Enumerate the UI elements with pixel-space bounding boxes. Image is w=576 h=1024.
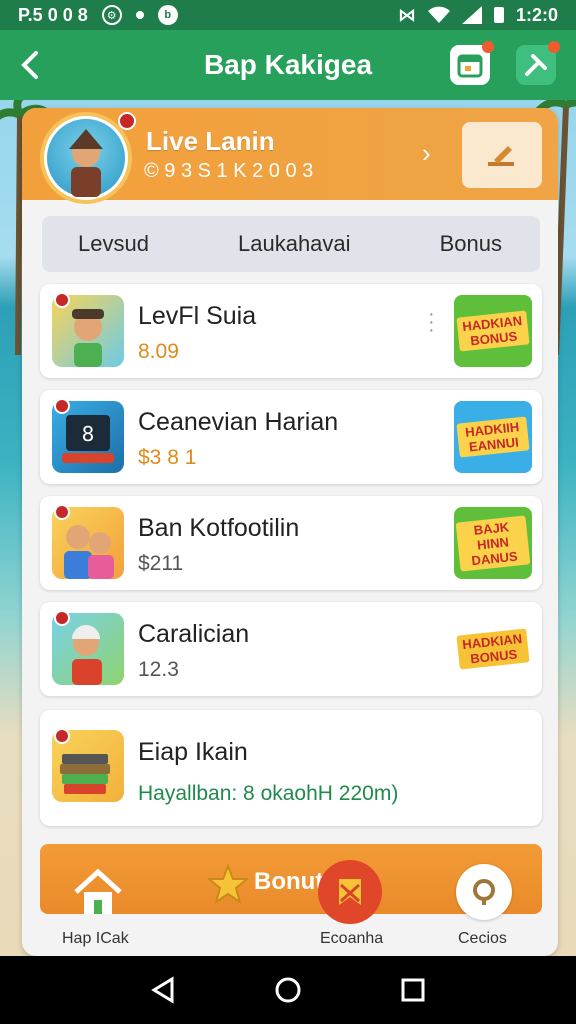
home-icon — [74, 868, 122, 914]
battery-icon — [493, 7, 504, 23]
item-badge — [54, 398, 70, 414]
bonus-tile[interactable]: BAJK HINN DANUS — [454, 507, 532, 579]
system-home-button[interactable] — [270, 972, 306, 1008]
avatar[interactable] — [40, 112, 132, 204]
profile-id: © 9 3 S 1 K 2 0 0 3 — [144, 160, 314, 182]
settings-icon: ⚙ — [101, 5, 122, 25]
tab-levsud[interactable]: Levsud — [78, 231, 149, 257]
bookmark-icon — [339, 879, 361, 905]
tab-bar: Levsud Laukahavai Bonus — [42, 216, 540, 272]
notification-badge — [548, 41, 560, 53]
center-label: Ecoanha — [320, 930, 384, 947]
app-icon: b — [157, 5, 178, 25]
home-button[interactable] — [70, 864, 126, 920]
profile-header[interactable]: Live Lanin © 9 3 S 1 K 2 0 0 3 › — [22, 108, 558, 204]
tools-icon — [525, 54, 547, 76]
app-bar: Bap Kakigea — [0, 30, 576, 100]
list-item[interactable]: Ban Kotfootilin $211 BAJK HINN DANUS — [40, 496, 542, 590]
bonus-tile-label: HADKIAN BONUS — [456, 310, 530, 352]
item-badge — [54, 504, 70, 520]
item-title: LevFl Suia — [138, 302, 257, 330]
chevron-left-icon — [21, 51, 38, 79]
item-subtitle: $211 — [138, 552, 184, 575]
more-options-icon[interactable]: · · · — [428, 304, 435, 340]
tab-laukahavai[interactable]: Laukahavai — [238, 231, 351, 257]
calendar-icon — [457, 54, 483, 78]
item-title: Ban Kotfootilin — [138, 514, 300, 542]
item-subtitle: $3 8 1 — [138, 446, 197, 469]
notification-badge — [482, 41, 494, 53]
status-time: 1:2:0 — [515, 4, 558, 25]
center-action-button[interactable] — [318, 860, 382, 924]
system-recents-button[interactable] — [395, 972, 431, 1008]
item-title: Caralician — [138, 620, 250, 648]
system-navigation-bar — [0, 956, 576, 1024]
bonus-tile-label: HADKIAN BONUS — [456, 628, 530, 670]
bonus-label: Bonut — [254, 868, 324, 895]
item-badge — [54, 610, 70, 626]
item-subtitle: Hayallban: 8 okaohH 220m) — [138, 782, 399, 805]
item-title: Eiap Ikain — [138, 738, 248, 766]
bonus-tile[interactable]: HADKIAN BONUS — [454, 613, 532, 685]
notification-dot-icon — [135, 11, 144, 19]
wifi-icon — [427, 6, 450, 23]
svg-text:8: 8 — [82, 422, 95, 446]
item-title: Ceanevian Harian — [138, 408, 339, 436]
profile-action-button[interactable] — [462, 122, 542, 188]
triangle-back-icon — [150, 976, 174, 1004]
location-icon — [473, 879, 495, 905]
profile-name: Live Lanin — [146, 126, 275, 156]
square-recents-icon — [401, 978, 425, 1002]
tab-bonus[interactable]: Bonus — [440, 231, 502, 257]
bonus-tile-label: BAJK HINN DANUS — [455, 514, 531, 572]
bonus-tile[interactable]: HADKIAN BONUS — [454, 295, 532, 367]
avatar-badge — [118, 112, 136, 130]
location-button[interactable] — [456, 864, 512, 920]
item-badge — [54, 292, 70, 308]
status-bar: P.5 0 0 8 ⚙ b ⋈ 1:2:0 — [0, 0, 576, 30]
list-item[interactable]: 8 Ceanevian Harian $3 8 1 HADKIIH EANNUI — [40, 390, 542, 484]
item-badge — [54, 728, 70, 744]
hammer-icon — [488, 146, 514, 166]
status-left-text: P.5 0 0 8 — [18, 4, 88, 25]
list-item[interactable]: Caralician 12.3 HADKIAN BONUS — [40, 602, 542, 696]
item-subtitle: 8.09 — [138, 340, 179, 363]
bonus-tile[interactable]: HADKIIH EANNUI — [454, 401, 532, 473]
star-icon — [208, 864, 248, 904]
vibrate-icon: ⋈ — [397, 4, 416, 25]
tools-button[interactable] — [516, 41, 560, 85]
bonus-tile-label: HADKIIH EANNUI — [456, 416, 530, 458]
list-item[interactable]: LevFl Suia 8.09 · · · HADKIAN BONUS — [40, 284, 542, 378]
signal-icon — [461, 6, 482, 24]
right-label: Cecios — [458, 930, 507, 947]
calendar-button[interactable] — [450, 41, 494, 85]
system-back-button[interactable] — [145, 972, 181, 1008]
home-label: Hap ICak — [62, 930, 129, 947]
main-card: Live Lanin © 9 3 S 1 K 2 0 0 3 › Levsud … — [22, 108, 558, 956]
circle-home-icon — [275, 977, 301, 1003]
chevron-right-icon[interactable]: › — [422, 138, 431, 169]
item-subtitle: 12.3 — [138, 658, 179, 681]
avatar-image — [47, 119, 125, 197]
back-button[interactable] — [0, 30, 60, 100]
list-item[interactable]: Eiap Ikain Hayallban: 8 okaohH 220m) — [40, 710, 542, 826]
